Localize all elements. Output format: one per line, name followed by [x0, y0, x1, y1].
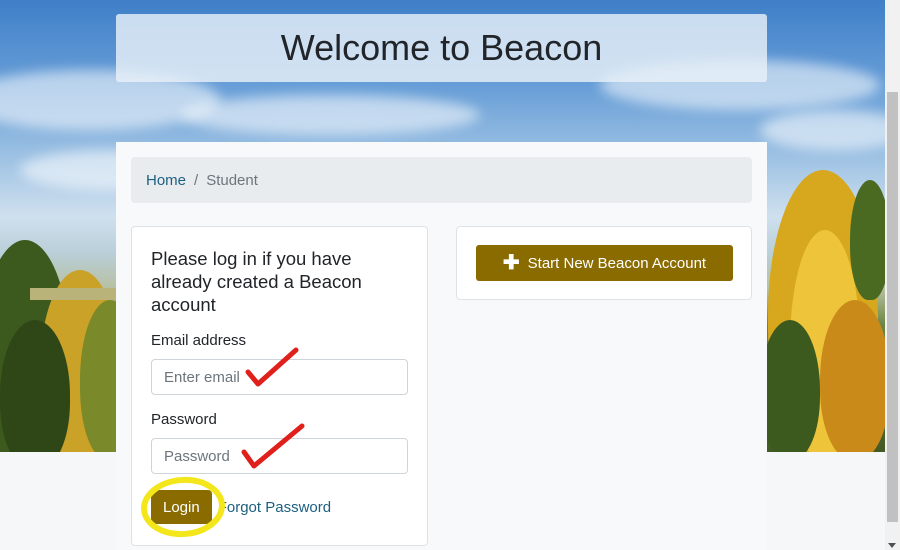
password-input[interactable]	[151, 438, 408, 474]
login-heading: Please log in if you have already create…	[151, 248, 362, 315]
start-new-account-label: Start New Beacon Account	[527, 254, 707, 272]
email-label: Email address	[151, 332, 247, 349]
breadcrumb-home-link[interactable]: Home	[146, 172, 186, 189]
content-panel: Home / Student Please log in if you have…	[116, 142, 767, 550]
scroll-down-arrow-icon[interactable]	[888, 543, 896, 548]
breadcrumb: Home / Student	[131, 157, 752, 203]
email-input[interactable]	[151, 359, 408, 395]
breadcrumb-current: Student	[206, 171, 258, 189]
start-new-account-button[interactable]: ✚ Start New Beacon Account	[476, 245, 733, 281]
login-card: Please log in if you have already create…	[131, 226, 428, 546]
page-title: Welcome to Beacon	[280, 27, 603, 68]
forgot-password-link[interactable]: Forgot Password	[218, 499, 331, 516]
breadcrumb-separator: /	[194, 171, 199, 189]
new-account-card: ✚ Start New Beacon Account	[456, 226, 752, 300]
password-label: Password	[151, 411, 217, 428]
login-actions: Login Forgot Password	[151, 490, 408, 524]
email-group: Email address	[151, 332, 408, 395]
password-group: Password	[151, 411, 408, 474]
plus-icon: ✚	[502, 252, 520, 274]
scrollbar-thumb[interactable]	[887, 92, 898, 522]
login-button[interactable]: Login	[151, 490, 212, 524]
title-banner: Welcome to Beacon	[116, 14, 767, 82]
vertical-scrollbar[interactable]	[885, 0, 900, 550]
